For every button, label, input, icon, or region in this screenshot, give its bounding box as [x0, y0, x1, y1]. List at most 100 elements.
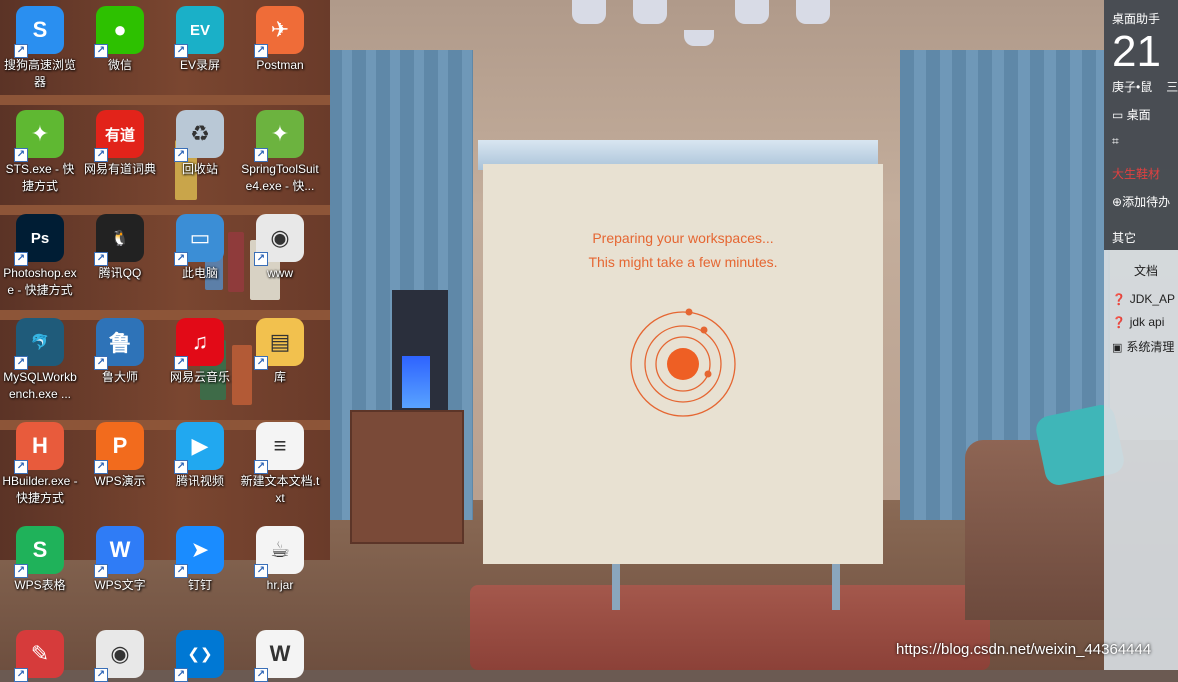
shortcut-arrow-icon: ↗ — [254, 148, 268, 162]
desktop-shortcut[interactable]: ➤ ↗ 钉钉 — [160, 526, 240, 594]
shortcut-arrow-icon: ↗ — [94, 668, 108, 682]
shortcut-arrow-icon: ↗ — [254, 356, 268, 370]
shortcut-arrow-icon: ↗ — [174, 44, 188, 58]
notepad-pencil-icon: ✎ ↗ — [14, 630, 64, 682]
desktop-shortcut[interactable]: S ↗ WPS表格 — [0, 526, 80, 594]
desktop-shortcut-label: 鲁大师 — [101, 370, 138, 384]
desktop-shortcut[interactable]: P ↗ WPS演示 — [80, 422, 160, 490]
netease-music-icon: ♫ ↗ — [174, 318, 224, 370]
desktop-shortcut[interactable]: ◉ ↗ — [80, 630, 160, 682]
desktop-shortcut-label: HBuilder.exe - 快捷方式 — [2, 474, 78, 505]
desktop-assistant-widget: 桌面助手 21 庚子•鼠三 ▭ 桌面 ⌗ 大生鞋材 ⊕添加待办 其它 文档 ❓ J… — [1104, 0, 1178, 670]
desktop-shortcut[interactable]: ✦ ↗ SpringToolSuite4.exe - 快... — [240, 110, 320, 195]
desktop-shortcut-label: STS.exe - 快捷方式 — [5, 162, 75, 193]
ludashi-icon: 鲁 ↗ — [94, 318, 144, 370]
wps-spreadsheet-icon: S ↗ — [14, 526, 64, 578]
desktop-shortcut[interactable]: ✈ ↗ Postman — [240, 6, 320, 74]
shortcut-arrow-icon: ↗ — [254, 668, 268, 682]
wechat-icon: ● ↗ — [94, 6, 144, 58]
shortcut-arrow-icon: ↗ — [174, 668, 188, 682]
desktop-shortcut[interactable]: W ↗ WPS文字 — [80, 526, 160, 594]
desktop-shortcut-label: 网易云音乐 — [169, 370, 230, 384]
desktop-shortcut[interactable]: ♫ ↗ 网易云音乐 — [160, 318, 240, 386]
desktop-shortcut[interactable]: ▭ ↗ 此电脑 — [160, 214, 240, 282]
widget-title: 桌面助手 — [1112, 12, 1161, 26]
ev-recorder-icon: EV ↗ — [174, 6, 224, 58]
desktop-shortcut[interactable]: ♻ ↗ 回收站 — [160, 110, 240, 178]
shortcut-arrow-icon: ↗ — [14, 252, 28, 266]
shortcut-arrow-icon: ↗ — [254, 460, 268, 474]
wps-writer-icon: W ↗ — [94, 526, 144, 578]
desktop-shortcut-label: 新建文本文档.txt — [240, 474, 320, 505]
desktop-shortcut[interactable]: ◉ ↗ www — [240, 214, 320, 282]
crop-icon[interactable]: ⌗ — [1112, 134, 1119, 149]
desktop-shortcut[interactable]: ≡ ↗ 新建文本文档.txt — [240, 422, 320, 507]
hbuilder-icon: H ↗ — [14, 422, 64, 474]
desktop-shortcut[interactable]: EV ↗ EV录屏 — [160, 6, 240, 74]
chrome-icon: ◉ ↗ — [94, 630, 144, 682]
widget-red-note: 大生鞋材 — [1112, 167, 1161, 181]
desktop-shortcut[interactable]: ▤ ↗ 库 — [240, 318, 320, 386]
desktop-shortcut-label: Postman — [256, 58, 304, 72]
desktop-shortcut[interactable]: Ps ↗ Photoshop.exe - 快捷方式 — [0, 214, 80, 299]
desktop-shortcut[interactable]: ▶ ↗ 腾讯视频 — [160, 422, 240, 490]
help-doc-icon: ❓ — [1112, 317, 1126, 329]
desktop-shortcut[interactable]: 有道 ↗ 网易有道词典 — [80, 110, 160, 178]
docs-header: 文档 — [1134, 264, 1159, 278]
desktop-shortcut[interactable]: ❮❯ ↗ — [160, 630, 240, 682]
doc-item[interactable]: ❓ jdk api — [1112, 315, 1164, 329]
desktop-shortcut[interactable]: 鲁 ↗ 鲁大师 — [80, 318, 160, 386]
text-document-icon: ≡ ↗ — [254, 422, 304, 474]
dingtalk-icon: ➤ ↗ — [174, 526, 224, 578]
shortcut-arrow-icon: ↗ — [94, 252, 108, 266]
shortcut-arrow-icon: ↗ — [254, 44, 268, 58]
shortcut-arrow-icon: ↗ — [254, 252, 268, 266]
recycle-bin-icon: ♻ ↗ — [174, 110, 224, 162]
shortcut-arrow-icon: ↗ — [94, 356, 108, 370]
widget-desktop-button[interactable]: ▭ 桌面 — [1112, 106, 1151, 123]
tencent-video-icon: ▶ ↗ — [174, 422, 224, 474]
desktop-shortcut-label: 库 — [273, 370, 286, 384]
shortcut-arrow-icon: ↗ — [174, 356, 188, 370]
loading-submessage: This might take a few minutes. — [588, 254, 778, 270]
java-jar-icon: ☕ ↗ — [254, 526, 304, 578]
wps-presentation-icon: P ↗ — [94, 422, 144, 474]
desktop-shortcut-label: www — [267, 266, 293, 280]
desktop-shortcut[interactable]: ✦ ↗ STS.exe - 快捷方式 — [0, 110, 80, 195]
chrome-shortcut-icon: ◉ ↗ — [254, 214, 304, 266]
desktop-shortcut-label: MySQLWorkbench.exe ... — [3, 370, 77, 401]
workspace-loading-splash: Preparing your workspaces... This might … — [483, 164, 883, 564]
desktop-shortcut[interactable]: 🐧 ↗ 腾讯QQ — [80, 214, 160, 282]
photoshop-icon: Ps ↗ — [14, 214, 64, 266]
desktop-shortcut-label: WPS表格 — [14, 578, 66, 592]
desktop-shortcut[interactable]: W ↗ — [240, 630, 320, 682]
desktop-shortcut-label: 网易有道词典 — [83, 162, 156, 176]
this-pc-icon: ▭ ↗ — [174, 214, 224, 266]
shortcut-arrow-icon: ↗ — [94, 44, 108, 58]
desktop-shortcut[interactable]: 🐬 ↗ MySQLWorkbench.exe ... — [0, 318, 80, 403]
qq-icon: 🐧 ↗ — [94, 214, 144, 266]
spring-tool-suite-icon: ✦ ↗ — [254, 110, 304, 162]
desktop-shortcut-label: 搜狗高速浏览器 — [3, 58, 76, 89]
widget-other[interactable]: 其它 — [1112, 229, 1136, 246]
desktop-shortcut-label: 此电脑 — [181, 266, 218, 280]
shortcut-arrow-icon: ↗ — [14, 564, 28, 578]
desktop-shortcut[interactable]: S ↗ 搜狗高速浏览器 — [0, 6, 80, 91]
doc-item[interactable]: ▣ 系统清理 — [1112, 338, 1174, 355]
desktop-shortcut[interactable]: ☕ ↗ hr.jar — [240, 526, 320, 594]
add-todo-button[interactable]: ⊕添加待办 — [1112, 193, 1170, 210]
desktop-shortcut-label: SpringToolSuite4.exe - 快... — [241, 162, 319, 193]
desktop-shortcut[interactable]: ✎ ↗ — [0, 630, 80, 682]
desktop-shortcut[interactable]: ● ↗ 微信 — [80, 6, 160, 74]
desktop-shortcut-label: 腾讯视频 — [175, 474, 224, 488]
desktop-shortcut-label: WPS演示 — [94, 474, 146, 488]
desktop-shortcut[interactable]: H ↗ HBuilder.exe - 快捷方式 — [0, 422, 80, 507]
doc-item[interactable]: ❓ JDK_AP — [1112, 292, 1175, 306]
desktop-shortcut-label: 回收站 — [181, 162, 218, 176]
vscode-icon: ❮❯ ↗ — [174, 630, 224, 682]
shortcut-arrow-icon: ↗ — [94, 460, 108, 474]
widget-date: 21 — [1112, 27, 1161, 76]
desktop-shortcut-label: EV录屏 — [179, 58, 220, 72]
youdao-icon: 有道 ↗ — [94, 110, 144, 162]
orbit-loader-icon — [630, 308, 736, 417]
